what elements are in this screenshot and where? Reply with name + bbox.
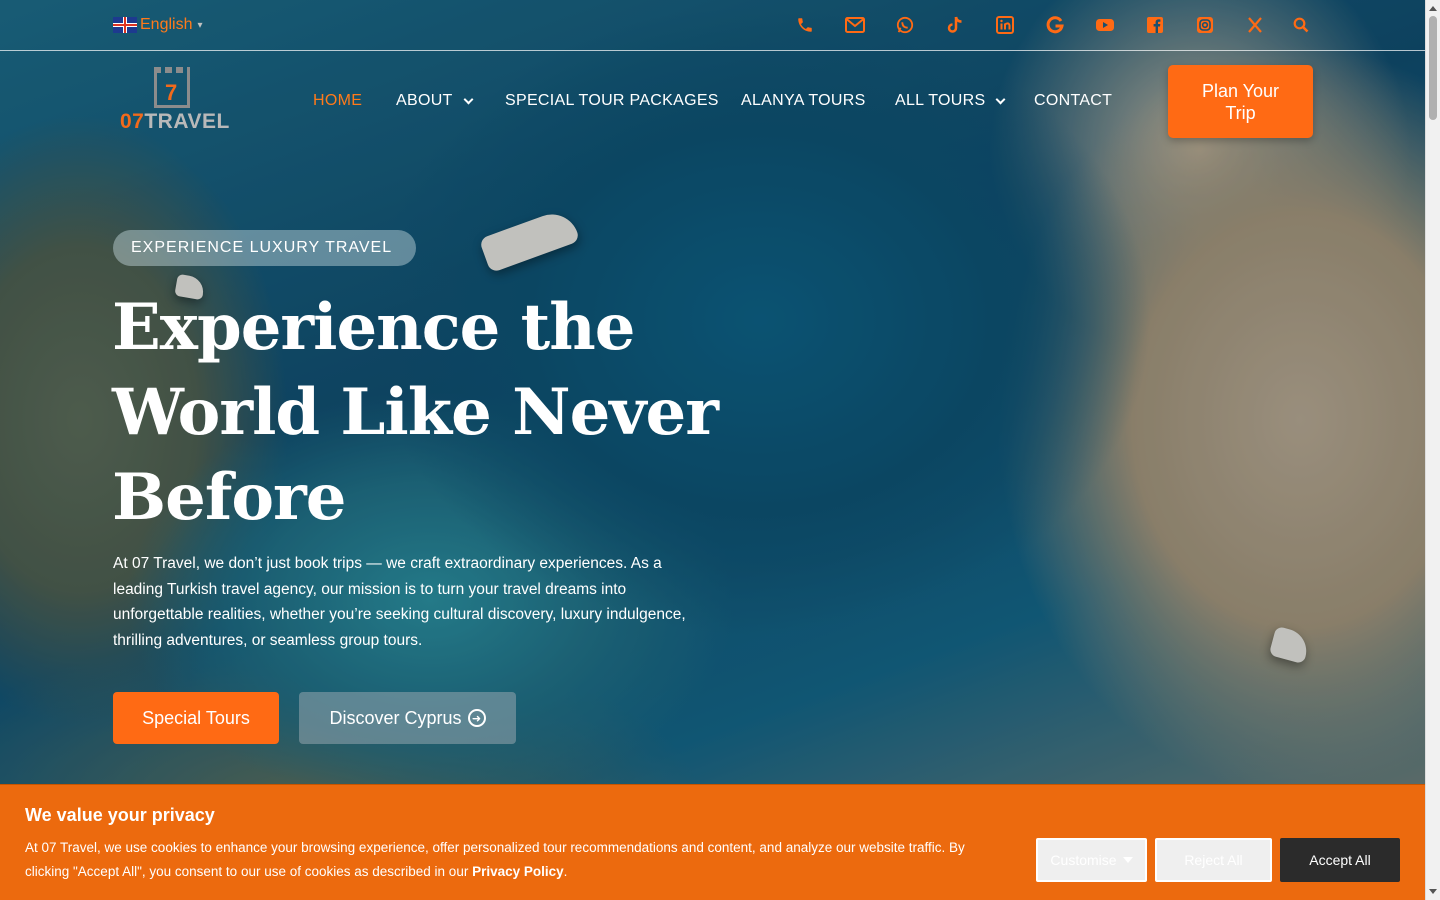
top-bar: English ▾: [0, 0, 1425, 51]
arrow-right-circle-icon: ➜: [467, 709, 486, 727]
phone-icon[interactable]: [794, 14, 816, 36]
cookie-text: At 07 Travel, we use cookies to enhance …: [25, 836, 1000, 884]
language-selector[interactable]: English ▾: [113, 16, 203, 34]
privacy-policy-link[interactable]: Privacy Policy: [472, 864, 564, 879]
nav-home-label: HOME: [313, 92, 363, 109]
reject-all-button[interactable]: Reject All: [1155, 838, 1272, 882]
facebook-icon[interactable]: [1144, 14, 1166, 36]
hero-badge: EXPERIENCE LUXURY TRAVEL: [113, 230, 417, 266]
cookie-title: We value your privacy: [25, 805, 215, 825]
instagram-icon[interactable]: [1194, 14, 1216, 36]
linkedin-icon[interactable]: [994, 14, 1016, 36]
nav-alanya-label: ALANYA TOURS: [741, 92, 866, 109]
discover-cyprus-label: Discover Cyprus: [329, 707, 462, 728]
nav-home[interactable]: HOME: [313, 92, 362, 110]
customise-button[interactable]: Customise: [1036, 838, 1147, 882]
discover-cyprus-button[interactable]: Discover Cyprus ➜: [299, 692, 516, 744]
nav-about[interactable]: ABOUT: [396, 92, 474, 110]
logo-number: 07: [120, 110, 145, 133]
nav-alanya-tours[interactable]: ALANYA TOURS: [741, 92, 866, 110]
nav-all-tours[interactable]: ALL TOURS: [895, 92, 1006, 110]
boat-image: [478, 206, 581, 274]
chevron-down-icon: ▾: [197, 19, 203, 31]
plan-your-trip-button[interactable]: Plan Your Trip: [1168, 65, 1313, 138]
scroll-down-arrow-icon[interactable]: [1429, 889, 1437, 894]
site-logo[interactable]: 7 07TRAVEL: [118, 67, 230, 134]
search-icon[interactable]: [1290, 14, 1312, 36]
tiktok-icon[interactable]: [944, 14, 966, 36]
nav-contact-label: CONTACT: [1034, 92, 1113, 109]
customise-label: Customise: [1050, 852, 1117, 868]
mail-icon[interactable]: [844, 14, 866, 36]
cookie-period: .: [563, 864, 568, 879]
logo-seven: 7: [165, 80, 178, 105]
scroll-thumb[interactable]: [1429, 16, 1437, 120]
nav-all-tours-label: ALL TOURS: [895, 92, 986, 109]
whatsapp-icon[interactable]: [894, 14, 916, 36]
google-icon[interactable]: [1044, 14, 1066, 36]
boat-image: [1268, 625, 1312, 665]
scroll-up-arrow-icon[interactable]: [1429, 6, 1437, 11]
chevron-down-icon: [996, 94, 1006, 104]
page-scrollbar[interactable]: [1425, 0, 1440, 900]
language-label: English: [140, 16, 193, 33]
hero-description: At 07 Travel, we don’t just book trips —…: [113, 555, 686, 650]
nav-special-tour-packages[interactable]: SPECIAL TOUR PACKAGES: [505, 92, 719, 110]
hero-title: Experience the World Like Never Before: [112, 290, 719, 535]
caret-down-icon: [1122, 857, 1133, 863]
nav-about-label: ABOUT: [396, 92, 453, 109]
x-icon[interactable]: [1244, 14, 1266, 36]
cookie-consent-banner: We value your privacy At 07 Travel, we u…: [0, 784, 1425, 900]
youtube-icon[interactable]: [1094, 14, 1116, 36]
nav-special-label: SPECIAL TOUR PACKAGES: [505, 92, 719, 109]
special-tours-button[interactable]: Special Tours: [113, 692, 279, 744]
uk-flag-icon: [113, 17, 137, 33]
nav-contact[interactable]: CONTACT: [1034, 92, 1112, 110]
chevron-down-icon: [463, 94, 474, 104]
logo-text: 07TRAVEL: [120, 110, 230, 134]
accept-all-button[interactable]: Accept All: [1280, 838, 1400, 882]
logo-word: TRAVEL: [144, 110, 230, 133]
